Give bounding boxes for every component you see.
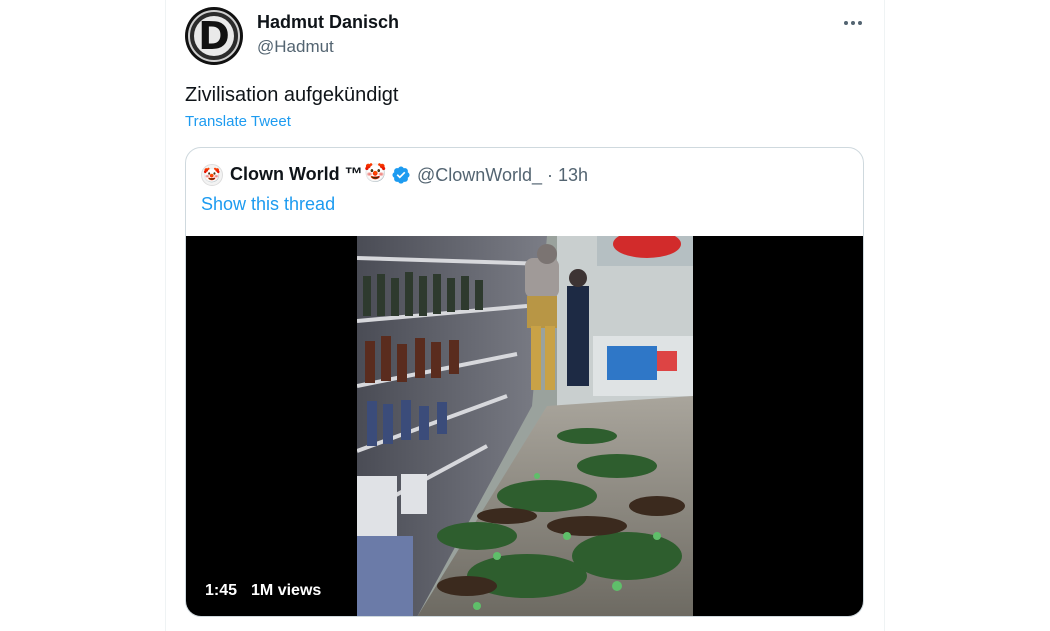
video-duration: 1:45 bbox=[205, 582, 238, 599]
quoted-handle-time[interactable]: @ClownWorld_ · 13h bbox=[417, 165, 588, 186]
author-name[interactable]: Hadmut Danisch bbox=[257, 12, 399, 33]
clown-emoji: 🤡 bbox=[364, 163, 387, 183]
translate-tweet-link[interactable]: Translate Tweet bbox=[185, 113, 291, 130]
verified-badge-icon bbox=[392, 166, 410, 184]
video-info-badge: 1:45 1M views bbox=[205, 582, 321, 600]
video-frame bbox=[357, 236, 693, 616]
timeline-right-border bbox=[884, 0, 885, 631]
avatar-ring: D bbox=[188, 10, 240, 62]
more-icon[interactable] bbox=[838, 10, 868, 36]
more-dot bbox=[851, 21, 855, 25]
author-avatar[interactable]: D bbox=[185, 7, 243, 65]
video-views: 1M views bbox=[251, 582, 322, 599]
tweet[interactable]: D Hadmut Danisch @Hadmut Zivilisation au… bbox=[166, 0, 884, 631]
quoted-avatar[interactable]: 🤡 bbox=[201, 164, 223, 186]
video-still bbox=[357, 236, 693, 616]
more-dot bbox=[844, 21, 848, 25]
more-dot bbox=[858, 21, 862, 25]
avatar-letter: D bbox=[194, 16, 234, 56]
video-player[interactable]: 1:45 1M views bbox=[186, 236, 863, 616]
author-handle[interactable]: @Hadmut bbox=[257, 37, 334, 57]
quoted-author-name[interactable]: Clown World ™ bbox=[230, 164, 363, 185]
quoted-tweet[interactable]: 🤡 Clown World ™ 🤡 @ClownWorld_ · 13h Sho… bbox=[185, 147, 864, 617]
show-thread-link[interactable]: Show this thread bbox=[201, 194, 335, 215]
tweet-text: Zivilisation aufgekündigt bbox=[185, 84, 399, 106]
